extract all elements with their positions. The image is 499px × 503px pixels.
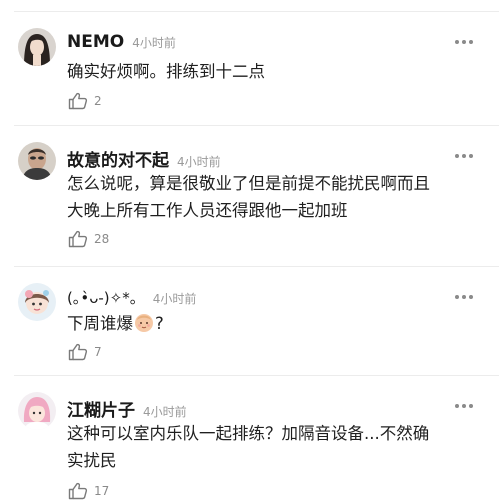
comment-timestamp: 4小时前 xyxy=(177,155,221,169)
like-count: 2 xyxy=(94,94,102,108)
comment-author-name[interactable]: 故意的对不起 xyxy=(67,146,169,171)
baby-face-emoji-icon xyxy=(133,311,155,333)
comment-item: 故意的对不起 4小时前 怎么说呢，算是很敬业了但是前提不能扰民啊而且 大晚上所有… xyxy=(0,126,499,266)
more-options-icon[interactable] xyxy=(455,403,473,409)
like-count: 17 xyxy=(94,484,110,498)
thumbs-up-icon xyxy=(68,230,88,248)
comment-timestamp: 4小时前 xyxy=(152,292,197,306)
pink-hair-avatar xyxy=(18,392,56,430)
comment-text-line: 大晚上所有工作人员还得跟他一起加班 xyxy=(67,201,348,220)
like-count: 28 xyxy=(94,232,110,246)
comment-item: (｡•̀ᴗ-)✧*。 4小时前 下周谁爆 ? 7 xyxy=(0,267,499,375)
comment-text-line: 确实好烦啊。排练到十二点 xyxy=(67,62,265,81)
comment-author-name[interactable]: (｡•̀ᴗ-)✧*。 xyxy=(67,287,145,308)
avatar[interactable] xyxy=(18,28,56,66)
man-portrait-avatar xyxy=(18,142,56,180)
cartoon-girl-avatar xyxy=(18,283,56,321)
comment-timestamp: 4小时前 xyxy=(132,36,176,50)
avatar[interactable] xyxy=(18,283,56,321)
avatar[interactable] xyxy=(18,392,56,430)
comment-item: NEMO 4小时前 确实好烦啊。排练到十二点 2 xyxy=(0,0,499,125)
thumbs-up-icon xyxy=(68,92,88,110)
thumbs-up-icon xyxy=(68,482,88,500)
like-button[interactable]: 2 xyxy=(68,92,102,110)
girl-portrait-avatar xyxy=(18,28,56,66)
comment-text-segment: ? xyxy=(155,314,164,333)
comment-text: 确实好烦啊。排练到十二点 xyxy=(67,58,467,85)
more-options-icon[interactable] xyxy=(455,294,473,300)
like-count: 7 xyxy=(94,345,102,359)
like-button[interactable]: 17 xyxy=(68,482,109,500)
comment-text: 怎么说呢，算是很敬业了但是前提不能扰民啊而且 大晚上所有工作人员还得跟他一起加班 xyxy=(67,170,467,224)
thumbs-up-icon xyxy=(68,343,88,361)
comment-text-line: 怎么说呢，算是很敬业了但是前提不能扰民啊而且 xyxy=(67,174,430,193)
avatar[interactable] xyxy=(18,142,56,180)
more-options-icon[interactable] xyxy=(455,153,473,159)
more-options-icon[interactable] xyxy=(455,39,473,45)
comment-author-name[interactable]: 江糊片子 xyxy=(67,396,135,421)
comment-text-line: 这种可以室内乐队一起排练？加隔音设备...不然确 xyxy=(67,424,430,443)
comment-text: 这种可以室内乐队一起排练？加隔音设备...不然确 实扰民 xyxy=(67,420,467,474)
like-button[interactable]: 7 xyxy=(68,343,102,361)
comment-text-line: 实扰民 xyxy=(67,451,117,470)
comment-text: 下周谁爆 ? xyxy=(67,310,467,337)
like-button[interactable]: 28 xyxy=(68,230,109,248)
comment-item: 江糊片子 4小时前 这种可以室内乐队一起排练？加隔音设备...不然确 实扰民 1… xyxy=(0,376,499,503)
comment-text-segment: 下周谁爆 xyxy=(67,314,133,333)
comment-author-name[interactable]: NEMO xyxy=(67,32,124,52)
comment-timestamp: 4小时前 xyxy=(143,405,187,419)
